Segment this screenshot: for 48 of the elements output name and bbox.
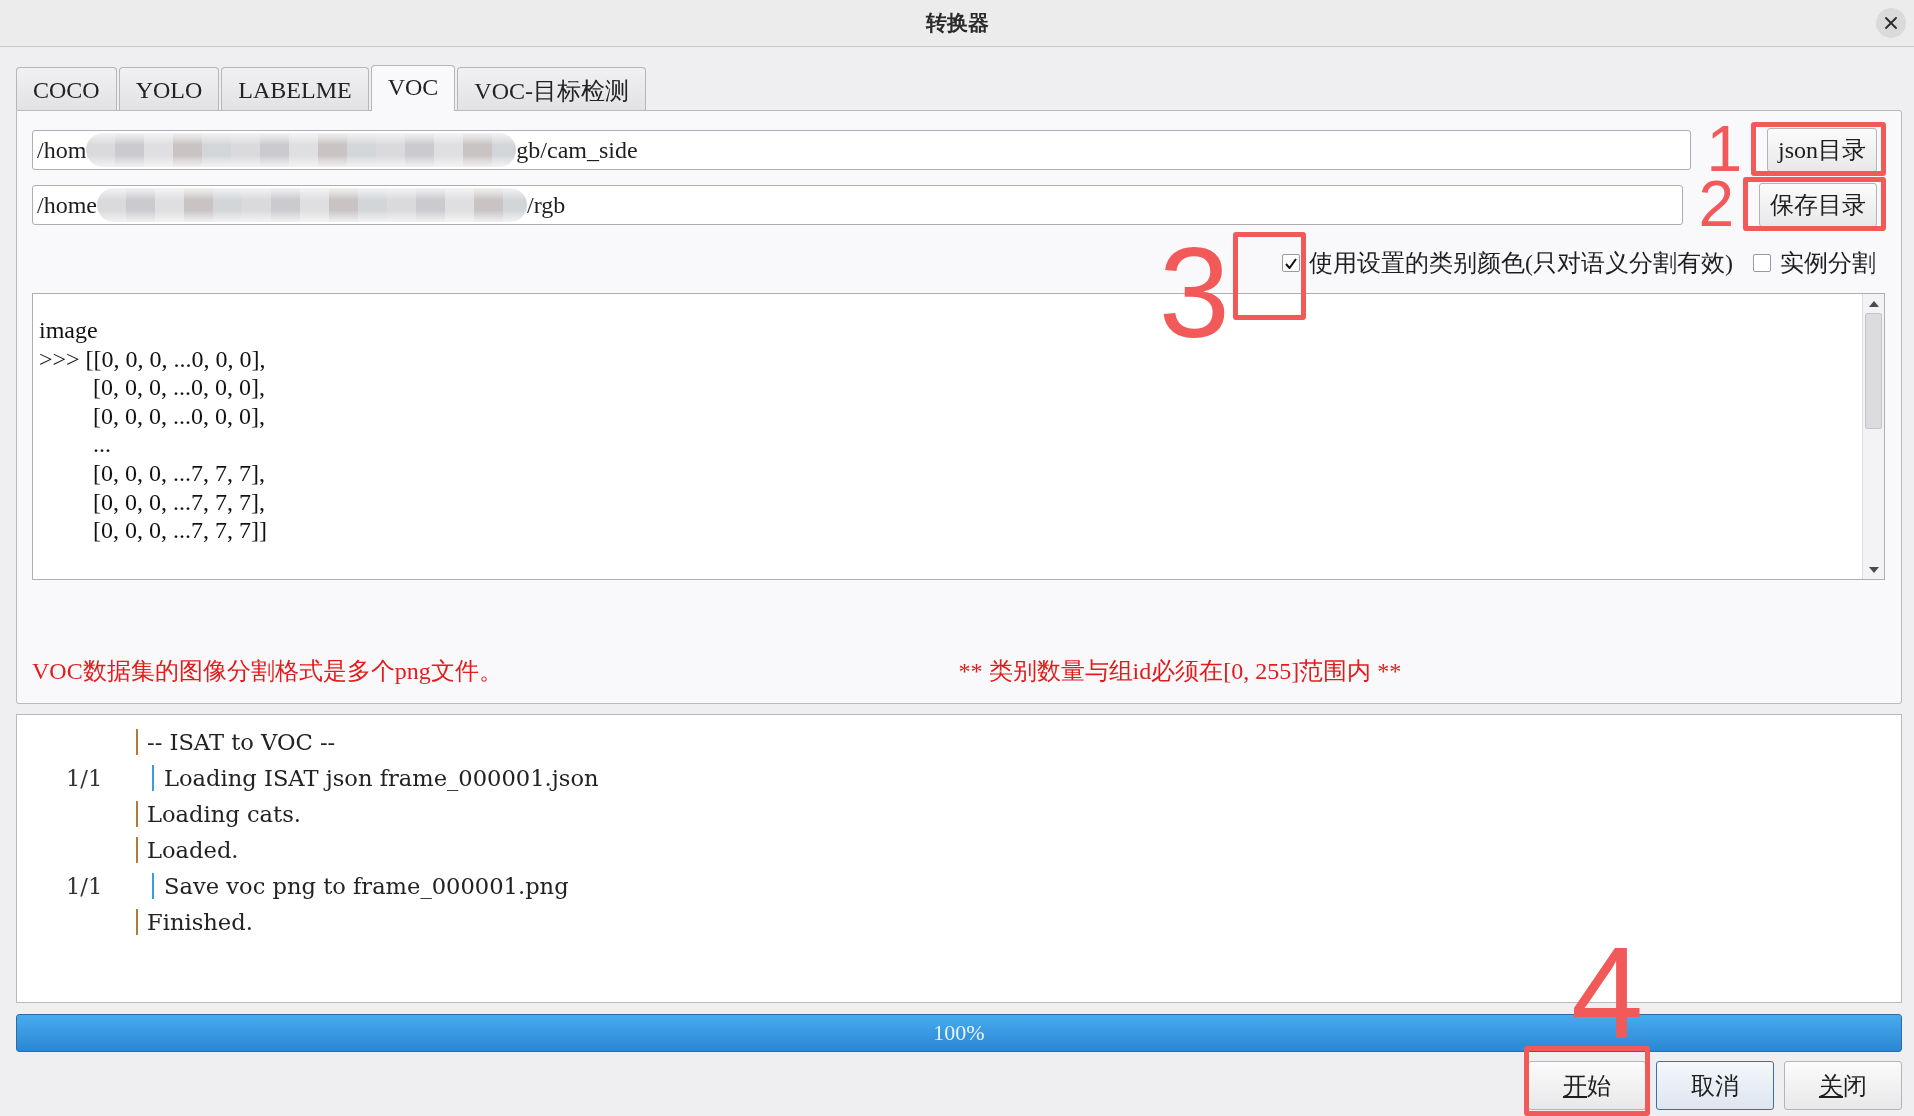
path-text: /rgb — [527, 191, 566, 219]
preview-text: image >>> [[0, 0, 0, ...0, 0, 0], [0, 0, 0, ...0, 0, 0], [0, 0, 0, ...0, 0, 0], ... [0, 0, 0, ...7, 7, 7], [0, 0, 0, ...7, 7, 7], [0, 0, 0, ...7, 7, 7]] — [38, 316, 268, 546]
separator-bar — [152, 765, 154, 791]
checkbox[interactable] — [1282, 254, 1300, 272]
close-button[interactable] — [1876, 8, 1906, 38]
annotation-number: 1 — [1706, 124, 1742, 176]
note-text: VOC数据集的图像分割格式是多个png文件。 — [32, 657, 503, 686]
separator-bar — [136, 837, 138, 863]
browse-button[interactable]: json目录 — [1767, 128, 1877, 172]
checkmark-icon — [1285, 257, 1297, 269]
separator-bar — [136, 729, 138, 755]
dialog-button[interactable]: 开始 — [1528, 1061, 1646, 1110]
log-text: Save voc png to frame_000001.png — [164, 872, 569, 901]
log-count: 1/1 — [66, 764, 103, 793]
path-text: /home — [37, 191, 97, 219]
log-text: Finished. — [147, 908, 253, 937]
path-field[interactable]: /hom gb/cam_side — [32, 130, 1692, 170]
checkbox-label: 实例分割 — [1780, 249, 1876, 278]
log-count: 1/1 — [66, 872, 103, 901]
tab[interactable]: VOC-目标检测 — [457, 67, 646, 110]
dialog-button[interactable]: 关闭 — [1784, 1061, 1902, 1110]
path-text: gb/cam_side — [516, 136, 638, 164]
dialog-button[interactable]: 取消 — [1656, 1061, 1774, 1110]
checkbox[interactable] — [1753, 254, 1771, 272]
log-text: Loaded. — [147, 836, 239, 865]
tab[interactable]: COCO — [16, 67, 117, 110]
up-arrow-icon — [1868, 300, 1879, 307]
progress-text: 100% — [933, 1020, 985, 1046]
tab[interactable]: VOC — [370, 65, 456, 111]
browse-button[interactable]: 保存目录 — [1759, 183, 1877, 227]
scrollbar[interactable] — [1862, 294, 1884, 579]
window-title: 转换器 — [925, 10, 989, 36]
separator-bar — [136, 909, 138, 935]
log-text: Loading ISAT json frame_000001.json — [164, 764, 599, 793]
tab[interactable]: LABELME — [221, 67, 369, 110]
separator-bar — [152, 873, 154, 899]
path-field[interactable]: /home /rgb — [32, 185, 1684, 225]
annotation-number: 2 — [1698, 179, 1734, 231]
log-text: -- ISAT to VOC -- — [147, 728, 336, 757]
close-icon — [1885, 17, 1897, 29]
down-arrow-icon — [1868, 566, 1879, 573]
scrollbar-thumb[interactable] — [1865, 313, 1882, 429]
separator-bar — [136, 801, 138, 827]
tab[interactable]: YOLO — [118, 67, 220, 110]
checkbox-label: 使用设置的类别颜色(只对语义分割有效) — [1309, 249, 1733, 278]
path-text: /hom — [37, 136, 87, 164]
note-text: ** 类别数量与组id必须在[0, 255]范围内 ** — [958, 657, 1402, 686]
log-text: Loading cats. — [147, 800, 301, 829]
